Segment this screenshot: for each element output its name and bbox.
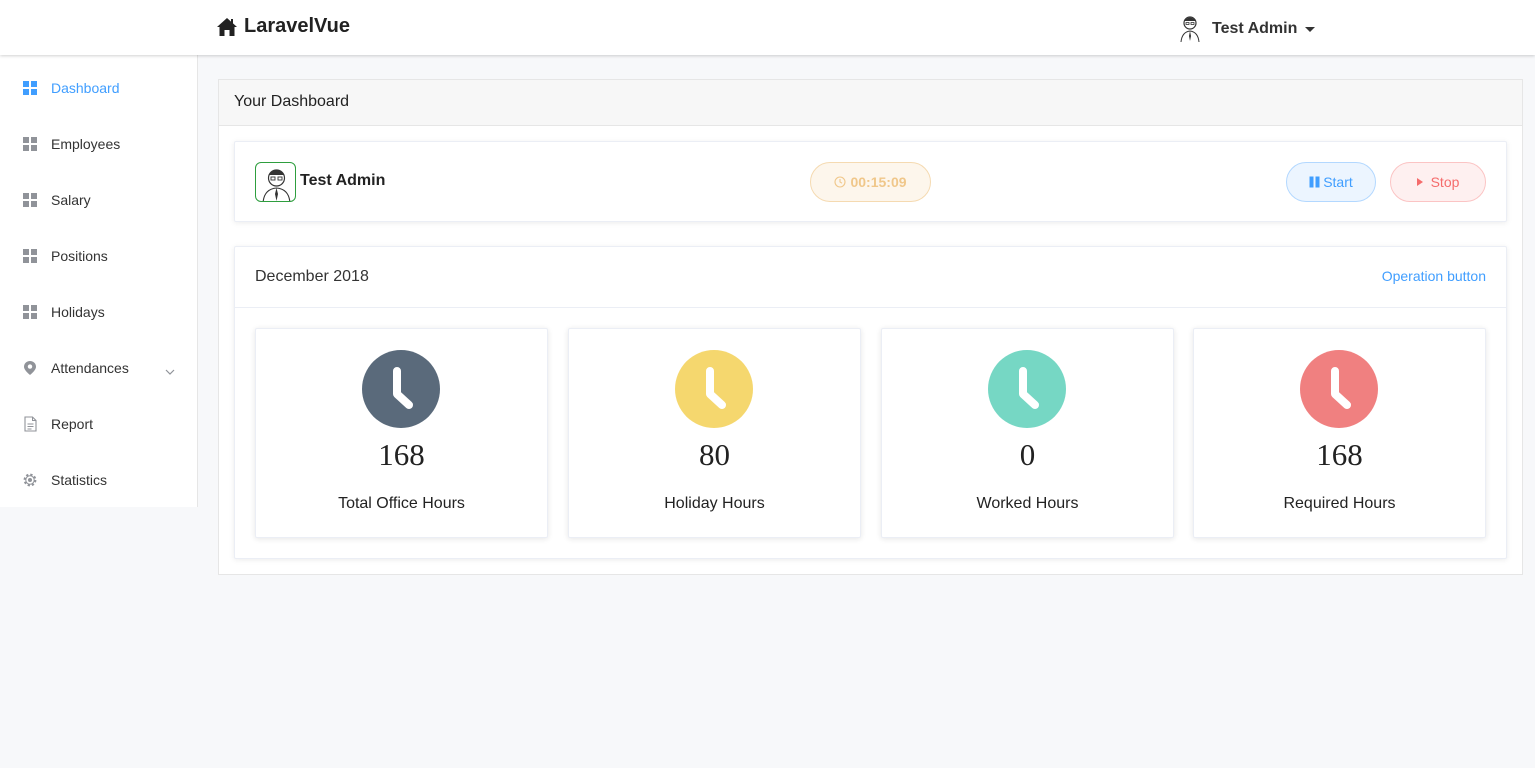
- sidebar-item-report[interactable]: Report: [0, 396, 197, 452]
- document-icon: [22, 416, 38, 432]
- stat-value: 168: [378, 437, 425, 472]
- sidebar-item-employees[interactable]: Employees: [0, 116, 197, 172]
- grid-icon: [22, 136, 38, 152]
- sidebar-item-attendances[interactable]: Attendances: [0, 340, 197, 396]
- start-button-label: Start: [1323, 174, 1353, 190]
- sidebar-item-positions[interactable]: Positions: [0, 228, 197, 284]
- location-icon: [22, 360, 38, 376]
- avatar: [255, 162, 296, 202]
- sidebar-item-statistics[interactable]: Statistics: [0, 452, 197, 508]
- sidebar-item-label: Salary: [51, 192, 91, 208]
- sidebar-item-label: Report: [51, 416, 94, 432]
- brand-name: LaravelVue: [244, 15, 350, 37]
- user-name: Test Admin: [1212, 20, 1298, 37]
- dashboard-panel: Your Dashboard Test Admin 00:15:09 Start…: [218, 79, 1523, 575]
- stat-label: Total Office Hours: [338, 495, 465, 512]
- home-icon: [217, 17, 237, 36]
- stop-button-label: Stop: [1430, 174, 1460, 190]
- pause-icon: [1309, 176, 1320, 188]
- sidebar-item-label: Employees: [51, 136, 121, 152]
- caret-down-icon: [1305, 26, 1316, 32]
- grid-icon: [22, 80, 38, 96]
- user-card-name: Test Admin: [300, 172, 386, 189]
- stat-label: Holiday Hours: [664, 495, 765, 512]
- clock-icon: [988, 350, 1066, 428]
- clock-icon: [362, 350, 440, 428]
- sidebar-item-salary[interactable]: Salary: [0, 172, 197, 228]
- brand-link[interactable]: LaravelVue: [216, 15, 350, 38]
- panel-title: Your Dashboard: [219, 80, 1522, 126]
- sidebar-item-label: Dashboard: [51, 80, 120, 96]
- stat-value: 0: [1019, 437, 1036, 472]
- stat-card-required-hours: 168 Required Hours: [1193, 328, 1486, 538]
- sidebar-item-holidays[interactable]: Holidays: [0, 284, 197, 340]
- sidebar-item-label: Statistics: [51, 472, 108, 488]
- month-title: December 2018: [255, 268, 369, 285]
- stat-card-total-office-hours: 168 Total Office Hours: [255, 328, 548, 538]
- stat-card-holiday-hours: 80 Holiday Hours: [568, 328, 861, 538]
- sidebar: Dashboard Employees Salary Positions Hol…: [0, 55, 198, 507]
- sidebar-item-dashboard[interactable]: Dashboard: [0, 60, 197, 116]
- chevron-down-icon: [165, 362, 175, 378]
- grid-icon: [22, 192, 38, 208]
- operation-button[interactable]: Operation button: [1382, 268, 1486, 284]
- user-status-card: Test Admin 00:15:09 Start Stop: [234, 141, 1507, 222]
- clock-icon: [675, 350, 753, 428]
- stat-label: Required Hours: [1283, 495, 1396, 512]
- sidebar-item-label: Positions: [51, 248, 108, 264]
- gear-icon: [22, 472, 38, 488]
- clock-icon: [1300, 350, 1378, 428]
- user-menu-dropdown[interactable]: Test Admin: [1178, 14, 1316, 44]
- stat-value: 168: [1316, 437, 1363, 472]
- stop-button[interactable]: Stop: [1390, 162, 1486, 202]
- stat-value: 80: [699, 437, 730, 472]
- monthly-summary-header: December 2018 Operation button: [235, 247, 1506, 308]
- stat-card-worked-hours: 0 Worked Hours: [881, 328, 1174, 538]
- play-icon: [1416, 178, 1423, 186]
- sidebar-item-label: Holidays: [51, 304, 105, 320]
- avatar: [1180, 16, 1200, 43]
- monthly-summary-card: December 2018 Operation button 168 Total…: [234, 246, 1507, 559]
- stat-label: Worked Hours: [976, 495, 1079, 512]
- start-button[interactable]: Start: [1286, 162, 1376, 202]
- sidebar-item-label: Attendances: [51, 360, 129, 376]
- clock-icon: [834, 176, 847, 188]
- grid-icon: [22, 248, 38, 264]
- top-navbar: LaravelVue Test Admin: [0, 0, 1535, 55]
- grid-icon: [22, 304, 38, 320]
- timer-value: 00:15:09: [850, 174, 907, 190]
- timer-badge: 00:15:09: [810, 162, 931, 202]
